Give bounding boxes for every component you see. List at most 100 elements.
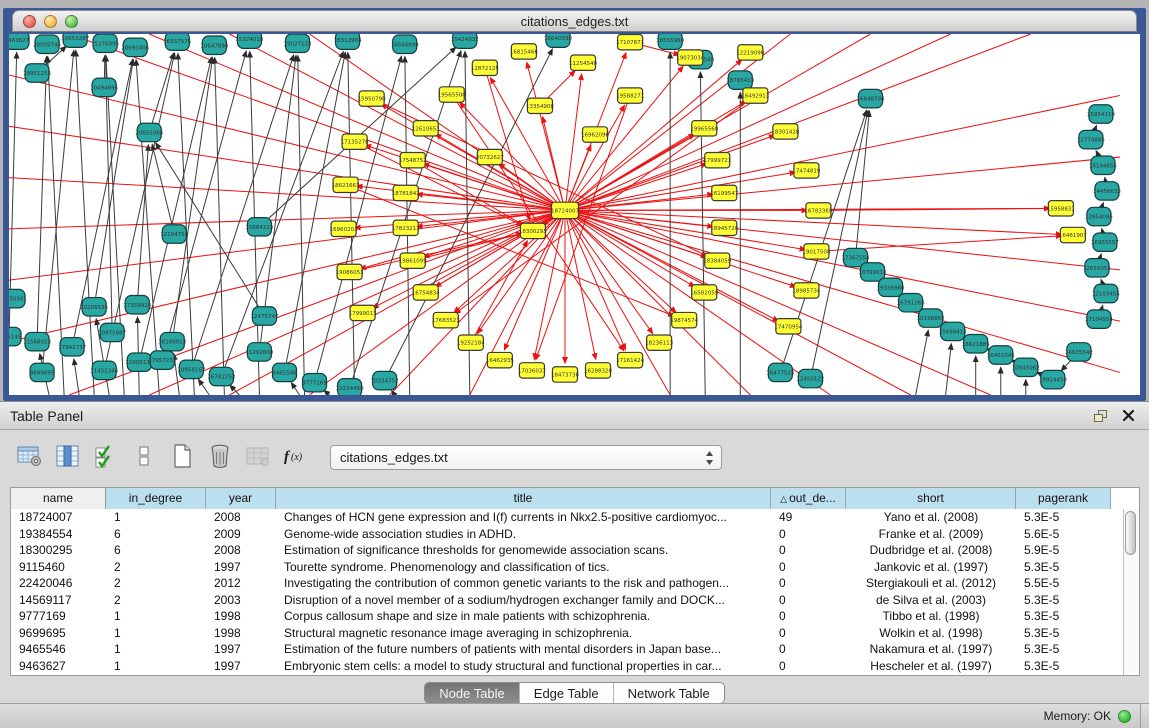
network-node[interactable]: 17957233 [148, 351, 176, 369]
network-node[interactable]: 17823213 [392, 220, 420, 235]
network-node[interactable]: 17942737 [58, 338, 86, 356]
network-node[interactable]: 10647894 [200, 36, 228, 54]
column-header-in-degree[interactable]: in_degree [106, 488, 206, 509]
network-node[interactable]: 19336960 [877, 278, 905, 296]
network-node[interactable]: 15699413 [939, 322, 967, 340]
network-node[interactable]: 19588271 [616, 88, 644, 103]
network-node[interactable]: 16189013 [158, 332, 186, 350]
network-node[interactable]: 17474819 [792, 163, 820, 178]
new-column-button[interactable] [166, 441, 198, 473]
float-panel-icon[interactable] [1093, 409, 1108, 423]
network-node[interactable]: 17999013 [349, 305, 377, 320]
clear-selection-button[interactable] [128, 441, 160, 473]
network-node[interactable]: 16782753 [207, 367, 235, 385]
network-node[interactable]: 15954119 [1087, 105, 1115, 123]
network-node[interactable]: 16960203 [330, 221, 358, 236]
network-node[interactable]: 9463627 [9, 34, 30, 49]
network-node[interactable]: 18621663 [332, 177, 360, 192]
network-node[interactable]: 14456633 [1093, 182, 1121, 200]
network-node[interactable]: 16783369 [804, 203, 832, 218]
network-node[interactable]: 20732627 [476, 149, 504, 164]
network-node[interactable]: 17036037 [518, 363, 546, 378]
network-node[interactable]: 18621885 [962, 334, 990, 352]
show-columns-button[interactable] [52, 441, 84, 473]
network-node[interactable]: 9699695 [30, 363, 55, 381]
select-all-columns-button[interactable] [90, 441, 122, 473]
network-node[interactable]: 16582059 [690, 285, 718, 300]
table-row[interactable]: 1830029562008Estimation of significance … [11, 542, 1124, 559]
network-node[interactable]: 12774885 [1077, 130, 1105, 148]
network-node[interactable]: 15324018 [235, 34, 263, 48]
network-node[interactable]: 16640930 [544, 34, 572, 47]
network-node[interactable]: 10494695 [90, 78, 118, 96]
network-node[interactable]: 17683523 [432, 312, 460, 327]
network-node[interactable]: 19073034 [676, 50, 704, 65]
network-window-titlebar[interactable]: citations_edges.txt [12, 10, 1137, 32]
network-node[interactable]: 11451344 [90, 361, 118, 379]
table-row[interactable]: 1938455462009Genome-wide association stu… [11, 526, 1124, 543]
column-header-title[interactable]: title [276, 488, 771, 509]
network-node[interactable]: 10653287 [61, 34, 89, 47]
network-node[interactable]: 9777169 [302, 373, 327, 391]
zoom-window-button[interactable] [65, 15, 78, 28]
network-node[interactable]: 18555980 [656, 34, 684, 49]
network-node[interactable]: 19252184 [457, 335, 485, 350]
table-row[interactable]: 977716911998Corpus callosum shape and si… [11, 608, 1124, 625]
column-header-out-de[interactable]: △out_de... [771, 488, 846, 509]
network-node[interactable]: 18236113 [645, 335, 673, 350]
table-row[interactable]: 911546021997Tourette syndrome. Phenomeno… [11, 559, 1124, 576]
network-node[interactable]: 19951255 [23, 64, 51, 82]
network-node[interactable]: 16648794 [857, 89, 885, 107]
network-node[interactable]: 10234752 [371, 371, 399, 389]
network-node[interactable]: 16477523 [766, 363, 794, 381]
network-node[interactable]: 18765413 [726, 71, 754, 89]
network-node[interactable]: 18300295 [519, 223, 547, 238]
tab-edge-table[interactable]: Edge Table [519, 683, 613, 703]
network-node[interactable]: 12610651 [412, 121, 440, 136]
network-node[interactable]: 12655055 [1083, 259, 1111, 277]
column-header-year[interactable]: year [206, 488, 276, 509]
network-node[interactable]: 16194655 [1089, 156, 1117, 174]
network-node[interactable]: 17359924 [123, 296, 151, 314]
tab-network-table[interactable]: Network Table [613, 683, 724, 703]
network-node[interactable]: 19861099 [399, 253, 427, 268]
network-node[interactable]: 12219090 [736, 45, 764, 60]
network-node[interactable]: 16461045 [987, 346, 1015, 364]
table-row[interactable]: 969969511998Structural magnetic resonanc… [11, 625, 1124, 642]
minimize-window-button[interactable] [44, 15, 57, 28]
network-node[interactable]: 18945720 [710, 220, 738, 235]
network-node[interactable]: 17104554 [1085, 310, 1113, 328]
network-node[interactable]: 17107871 [616, 35, 644, 50]
network-node[interactable]: 16754834 [412, 285, 440, 300]
network-node[interactable]: 16791263 [897, 293, 925, 311]
network-node[interactable]: 11568023 [23, 332, 51, 350]
network-node[interactable]: 19565500 [438, 87, 466, 102]
network-node[interactable]: 19965560 [690, 121, 718, 136]
function-builder-button[interactable]: f(x) [280, 441, 312, 473]
network-node[interactable]: 19017508 [802, 244, 830, 259]
column-header-pagerank[interactable]: pagerank [1016, 488, 1111, 509]
network-node[interactable]: 18781842 [392, 185, 420, 200]
network-hub-node[interactable]: 18724007 [551, 202, 579, 218]
network-node[interactable]: 17548752 [399, 152, 427, 167]
network-node[interactable]: 13354908 [526, 98, 554, 113]
network-node[interactable]: 11292600 [245, 343, 273, 361]
table-row[interactable]: 946362711997Embryonic stem cells: a mode… [11, 658, 1124, 675]
network-node[interactable]: 16288320 [584, 363, 612, 378]
table-row[interactable]: 1872400712008Changes of HCN gene express… [11, 509, 1124, 526]
network-view-canvas[interactable]: 9463627200557451065328715276095206914061… [9, 34, 1140, 395]
network-node[interactable]: 10975887 [98, 323, 126, 341]
scrollbar-thumb[interactable] [1125, 511, 1136, 555]
column-header-short[interactable]: short [846, 488, 1016, 509]
network-node[interactable]: 20691406 [121, 38, 149, 56]
network-node[interactable]: 17161424 [616, 352, 644, 367]
network-node[interactable]: 12450122 [796, 369, 824, 387]
network-node[interactable]: 16566899 [391, 35, 419, 53]
network-node[interactable]: 9465546 [272, 363, 297, 381]
network-node[interactable]: 11254540 [569, 55, 597, 70]
delete-column-button[interactable] [204, 441, 236, 473]
import-table-button[interactable] [242, 441, 274, 473]
network-node[interactable]: 20206535 [80, 298, 108, 316]
table-row[interactable]: 946554611997Estimation of the future num… [11, 641, 1124, 658]
close-panel-icon[interactable] [1122, 409, 1135, 422]
